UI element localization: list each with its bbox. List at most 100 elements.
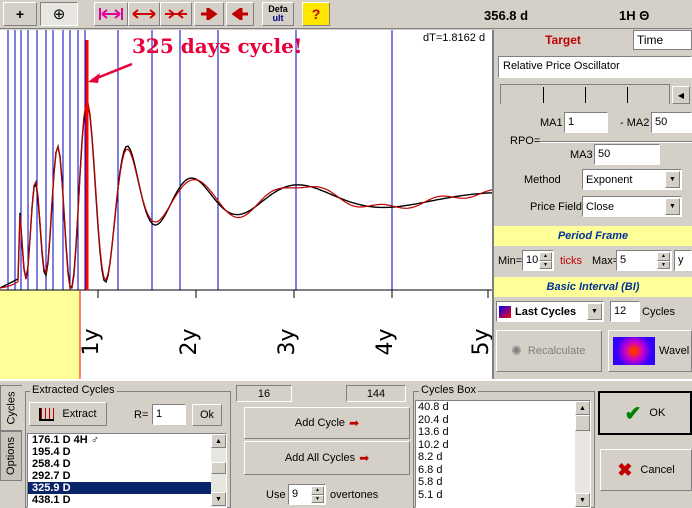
time-axis-tick-label: 4y [373,328,398,355]
count-b: 144 [346,385,406,402]
r-ok-label: Ok [199,409,215,421]
chart-grid-icon [39,407,55,421]
overtones-label: overtones [330,489,379,501]
add-all-cycles-label: Add All Cycles [284,452,356,464]
stretch-arrows-icon[interactable] [128,2,160,26]
overtones-input[interactable]: 9 ▲ ▼ [288,484,326,505]
time-axis-tick-label: 3y [275,328,300,355]
extract-button[interactable]: Extract [29,402,107,426]
extracted-cycles-list[interactable]: 176.1 D 4H ♂ 195.4 D 258.4 D 292.7 D 325.9 D… [27,433,227,508]
time-axis-tick-label: 5y [469,328,492,355]
rpo-label: RPO= [510,135,541,147]
compress-arrows-icon[interactable] [160,2,192,26]
tab-cycles-label: Cycles [5,391,18,425]
list-scrollbar[interactable]: ▲ ▼ [211,434,226,507]
list-item[interactable]: 13.6 d [416,426,590,439]
list-item[interactable]: 325.9 D [28,482,211,494]
tab-cycles[interactable]: Cycles [0,385,22,431]
min-input[interactable]: 10 ▲ ▼ [522,250,554,271]
add-all-cycles-button[interactable]: Add All Cycles ➡ [244,441,410,475]
subtab-scroll-left[interactable]: ◀ [672,86,690,104]
cancel-button[interactable]: ✖ Cancel [600,449,692,491]
ma2-input[interactable]: 50 [651,112,692,133]
cycles-box-items: 40.8 d 20.4 d 13.6 d 10.2 d 8.2 d 6.8 d 5.8 d5… [416,401,590,501]
list-item[interactable]: 5.1 d [416,489,590,502]
count-a-value: 16 [257,387,271,400]
extracted-cycles-title: Extracted Cycles [30,384,117,396]
price-field-select[interactable]: Close ▼ [582,196,682,217]
help-button[interactable]: ? [302,2,330,26]
last-cycles-select[interactable]: Last Cycles ▼ [496,301,604,322]
extract-label: Extract [62,408,97,420]
cancel-label: Cancel [640,464,675,476]
list-item[interactable]: 176.1 D 4H ♂ [28,434,211,446]
use-label: Use [266,489,286,501]
r-ok-button[interactable]: Ok [192,404,222,426]
chevron-down-icon[interactable]: ▼ [665,198,680,215]
r-input[interactable]: 1 [152,404,186,425]
zoom-button[interactable]: ⊕ [40,2,78,26]
ok-button[interactable]: ✔ OK [598,391,692,435]
arrow-left-icon[interactable] [226,2,254,26]
tab-time[interactable]: Time [633,30,692,50]
recalculate-button[interactable]: ✺ Recalculate [496,330,602,372]
arrow-right-icon: ➡ [359,451,370,465]
method-label: Method [524,174,561,186]
wavelet-label: Wavel [659,345,690,357]
tab-options[interactable]: Options [0,431,22,481]
ma3-input[interactable]: 50 [594,144,660,165]
period-frame-header: Period Frame [494,226,692,246]
wavelet-button[interactable]: Wavel [608,330,692,372]
list-item[interactable]: 8.2 d [416,451,590,464]
list-item[interactable]: 438.1 D [28,494,211,506]
arrow-right-icon[interactable] [194,2,224,26]
cycles-unit-label: Cycles [642,306,676,318]
ma3-value: 50 [598,148,611,160]
last-cycles-count-input[interactable]: 12 [610,301,640,322]
chevron-down-icon[interactable]: ▼ [665,171,680,188]
cursor-region [0,290,80,379]
bottom-panel: Cycles Options Extracted Cycles Extract … [0,379,692,508]
current-period-value: 356.8 d [484,8,529,23]
list-item[interactable]: 195.4 D [28,446,211,458]
wavelet-icon [613,337,655,365]
expand-range-icon[interactable] [94,2,128,26]
cycles-box-list[interactable]: 40.8 d 20.4 d 13.6 d 10.2 d 8.2 d 6.8 d 5.8 d5… [415,400,591,508]
ma1-input[interactable]: 1 [564,112,608,133]
cycles-swatch-icon [499,305,511,318]
cycles-box-scrollbar[interactable]: ▲ ▼ [575,401,590,507]
extracted-list-items: 176.1 D 4H ♂ 195.4 D 258.4 D 292.7 D 325.9 D… [28,434,226,506]
default-button[interactable]: Defa ult [262,2,294,26]
cycle-annotation: 325 days cycle! [132,34,303,58]
ma1-label: MA1 [540,117,563,129]
ma2-value: 50 [655,116,668,128]
count-b-value: 144 [366,387,386,400]
max-input[interactable]: 5 ▲ ▼ [616,250,672,271]
list-item[interactable]: 40.8 d [416,401,590,414]
subtab-strip[interactable] [500,84,670,104]
list-item[interactable]: 292.7 D [28,470,211,482]
max-unit-select[interactable]: y [674,250,692,271]
list-item[interactable]: 10.2 d [416,439,590,452]
rpo-separator [540,141,692,143]
cycle-markers [7,30,393,290]
cycles-box-title: Cycles Box [419,384,479,396]
spectrum-curve-primary [0,103,492,289]
chevron-down-icon[interactable]: ▼ [587,303,602,320]
list-item[interactable]: 5.8 d [416,476,590,489]
add-cycle-button[interactable]: Add Cycle ➡ [244,407,410,439]
add-button[interactable]: + [3,2,37,26]
r-value: 1 [156,408,163,420]
list-item[interactable]: 6.8 d [416,464,590,477]
ok-label: OK [649,407,666,419]
cross-icon: ✖ [617,459,633,480]
chart-area[interactable]: 1y 2y 3y 4y 5y 325 days cycle! dT=1.8162 d [0,30,492,379]
list-item[interactable]: 258.4 D [28,458,211,470]
arrow-right-icon: ➡ [349,416,360,430]
list-item[interactable]: 20.4 d [416,414,590,427]
tab-target[interactable]: Target [494,30,632,50]
check-icon: ✔ [624,402,642,425]
indicator-field[interactable]: Relative Price Oscillator [498,56,692,78]
method-select[interactable]: Exponent ▼ [582,169,682,190]
spectrum-chart: 1y 2y 3y 4y 5y [0,30,492,379]
